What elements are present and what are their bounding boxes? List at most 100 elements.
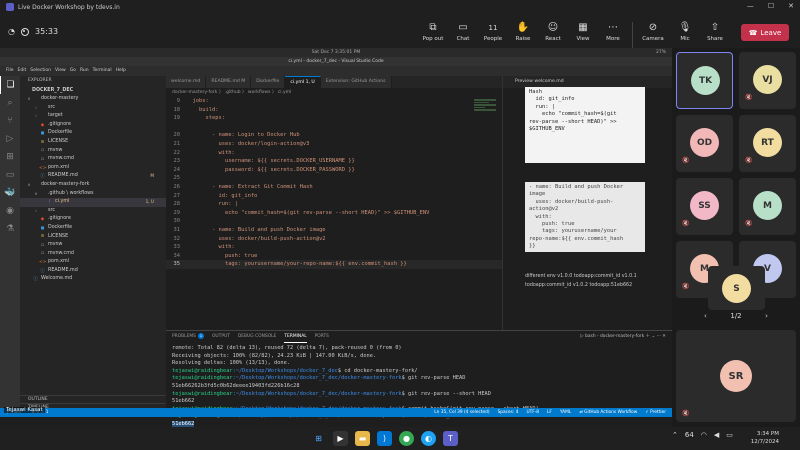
- tree-item[interactable]: ▫ mvnw.cmd: [20, 155, 166, 164]
- github-icon[interactable]: ◉: [0, 202, 20, 220]
- code-line[interactable]: 28 run: |: [166, 200, 502, 209]
- panel-tab-problems[interactable]: PROBLEMS 1: [172, 331, 204, 343]
- code-line[interactable]: 30: [166, 217, 502, 226]
- more-button[interactable]: ⋯ More: [598, 22, 628, 48]
- tree-item[interactable]: ⓘ README.md: [20, 267, 166, 276]
- testing-icon[interactable]: ⚗: [0, 220, 20, 238]
- status-item[interactable]: UTF-8: [526, 408, 539, 417]
- file-explorer-icon[interactable]: ▬: [355, 431, 370, 446]
- chevron-right-icon[interactable]: ›: [765, 312, 768, 320]
- explorer-icon[interactable]: ❏: [0, 76, 20, 94]
- teams-app-icon[interactable]: T: [443, 431, 458, 446]
- tree-item[interactable]: ◼ Dockerfile: [20, 129, 166, 138]
- code-line[interactable]: 21 uses: docker/login-action@v3: [166, 140, 502, 149]
- extensions-icon[interactable]: ⊞: [0, 148, 20, 166]
- code-line[interactable]: 29 echo "commit_hash=$(git rev-parse --s…: [166, 209, 502, 218]
- minimap[interactable]: [474, 98, 496, 128]
- menu-item[interactable]: Go: [70, 66, 76, 76]
- code-line[interactable]: 18 build:: [166, 106, 502, 115]
- source-control-icon[interactable]: ⑂: [0, 112, 20, 130]
- participant-tile[interactable]: VJ 🔇: [739, 52, 796, 109]
- panel-tab-ports[interactable]: PORTS: [315, 331, 329, 343]
- menu-item[interactable]: Run: [80, 66, 89, 76]
- code-line[interactable]: 34 push: true: [166, 252, 502, 261]
- participant-tile[interactable]: SS 🔇: [676, 178, 733, 235]
- tree-item[interactable]: ⓘ Welcome.md: [20, 275, 166, 284]
- help-icon[interactable]: ◔: [8, 27, 15, 36]
- participant-tile[interactable]: RT 🔇: [739, 115, 796, 172]
- editor-tab[interactable]: Dockerfile: [251, 76, 286, 88]
- battery-icon[interactable]: ▭: [726, 431, 733, 439]
- editor-tab[interactable]: README.md M: [206, 76, 252, 88]
- run-debug-icon[interactable]: ▷: [0, 130, 20, 148]
- code-line[interactable]: 27 id: git_info: [166, 192, 502, 201]
- code-line[interactable]: 32 uses: docker/build-push-action@v2: [166, 235, 502, 244]
- wifi-icon[interactable]: ◠: [701, 431, 707, 439]
- menu-item[interactable]: View: [55, 66, 66, 76]
- tree-item[interactable]: ▫ mvnw.cmd: [20, 250, 166, 259]
- tree-item[interactable]: ! ci.yml 1, U: [20, 198, 166, 207]
- edge-icon[interactable]: ◐: [421, 431, 436, 446]
- code-lines[interactable]: 9 jobs: 18 build: 19 steps: 20 - name: Logi…: [166, 97, 502, 269]
- panel-tab-terminal[interactable]: TERMINAL: [284, 331, 307, 343]
- tree-item[interactable]: ◆ .gitignore: [20, 215, 166, 224]
- share-button[interactable]: ⇧ Share: [701, 22, 729, 48]
- tree-item[interactable]: › src: [20, 207, 166, 216]
- tree-item[interactable]: › target: [20, 112, 166, 121]
- outline-section[interactable]: OUTLINE: [20, 395, 166, 403]
- code-line[interactable]: [166, 123, 502, 132]
- view-button[interactable]: ▦ View: [568, 22, 598, 48]
- participant-tile[interactable]: OD 🔇: [676, 115, 733, 172]
- people-button[interactable]: 11 People: [478, 22, 508, 48]
- status-item[interactable]: YAML: [560, 408, 571, 417]
- code-line[interactable]: 26 - name: Extract Git Commit Hash: [166, 183, 502, 192]
- code-line[interactable]: 35 tags: yourusername/your-repo-name:${{…: [166, 260, 502, 269]
- status-item[interactable]: Spaces: 4: [498, 408, 519, 417]
- menu-item[interactable]: Terminal: [93, 66, 112, 76]
- pop-out-button[interactable]: ⧉ Pop out: [418, 22, 448, 48]
- chevron-up-icon[interactable]: ⌃: [672, 431, 678, 439]
- status-item[interactable]: ⇄ GitHub Actions Workflow: [579, 408, 637, 417]
- status-item[interactable]: ✓ Prettier: [645, 408, 666, 417]
- participant-tile[interactable]: S: [708, 266, 765, 310]
- tree-item[interactable]: <> pom.xml: [20, 164, 166, 173]
- code-line[interactable]: 22 with:: [166, 149, 502, 158]
- code-line[interactable]: 25: [166, 174, 502, 183]
- vscode-app-icon[interactable]: ⟩: [377, 431, 392, 446]
- terminal-selector[interactable]: ▷ bash - docker-mastery-fork ＋ ⌄ ⋯ ✕: [580, 331, 666, 343]
- minimize-icon[interactable]: —: [747, 2, 754, 10]
- code-line[interactable]: 9 jobs:: [166, 97, 502, 106]
- chat-button[interactable]: ▭ Chat: [448, 22, 478, 48]
- raise-hand-button[interactable]: ✋ Raise: [508, 22, 538, 48]
- menu-item[interactable]: Help: [116, 66, 126, 76]
- volume-icon[interactable]: ◀: [714, 431, 719, 439]
- tree-item[interactable]: ▫ mvnw: [20, 241, 166, 250]
- tree-item[interactable]: ▫ mvnw: [20, 147, 166, 156]
- tree-item[interactable]: ∨ docker-mastery: [20, 95, 166, 104]
- tree-item[interactable]: › src: [20, 104, 166, 113]
- tree-item[interactable]: ∨ docker-mastery-fork: [20, 181, 166, 190]
- react-button[interactable]: ☺ React: [538, 22, 568, 48]
- editor-tab[interactable]: welcome.md: [166, 76, 207, 88]
- editor-tab[interactable]: Extension: GitHub Actions: [320, 76, 392, 88]
- tree-item[interactable]: ◼ Dockerfile: [20, 224, 166, 233]
- camera-button[interactable]: ⊘ Camera: [637, 22, 669, 48]
- remote-icon[interactable]: ▭: [0, 166, 20, 184]
- code-line[interactable]: 24 password: ${{ secrets.DOCKER_PASSWORD…: [166, 166, 502, 175]
- code-line[interactable]: 33 with:: [166, 243, 502, 252]
- panel-tab-output[interactable]: OUTPUT: [212, 331, 230, 343]
- tree-item[interactable]: ⓘ README.md M: [20, 172, 166, 181]
- chrome-icon[interactable]: ●: [399, 431, 414, 446]
- menu-item[interactable]: Edit: [18, 66, 27, 76]
- code-line[interactable]: 23 username: ${{ secrets.DOCKER_USERNAME…: [166, 157, 502, 166]
- status-item[interactable]: Ln 35, Col 39 (4 selected): [434, 408, 489, 417]
- tree-item[interactable]: ≡ LICENSE: [20, 233, 166, 242]
- leave-button[interactable]: ☎ Leave: [741, 24, 789, 41]
- code-line[interactable]: 19 steps:: [166, 114, 502, 123]
- status-item[interactable]: LF: [547, 408, 552, 417]
- participant-tile[interactable]: M 🔇: [739, 178, 796, 235]
- docker-icon[interactable]: 🐳: [0, 184, 20, 202]
- tree-item[interactable]: <> pom.xml: [20, 258, 166, 267]
- editor-tab[interactable]: ci.yml 1, U: [285, 76, 321, 88]
- participant-tile-large[interactable]: SR 🔇: [676, 330, 796, 422]
